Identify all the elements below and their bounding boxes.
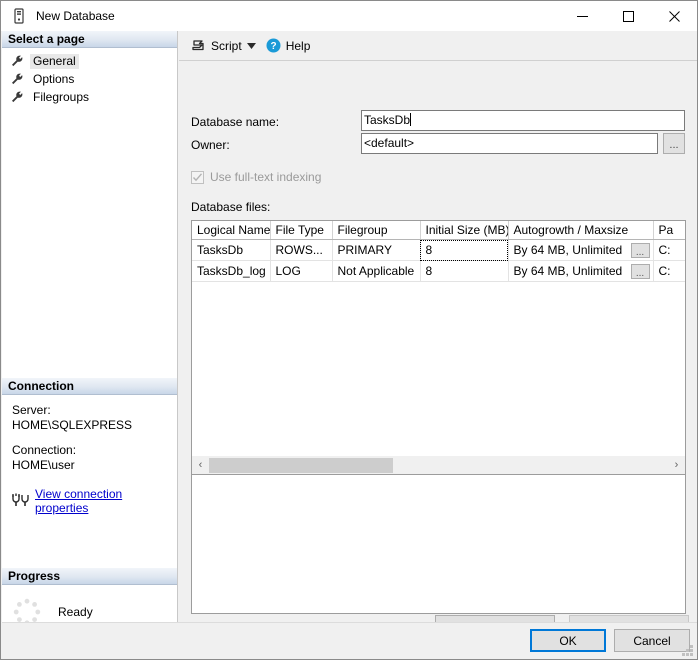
grid-header-row: Logical Name File Type Filegroup Initial… (192, 221, 685, 240)
sidebar-item-label: Options (33, 71, 75, 86)
new-database-dialog: New Database Select a page General Optio… (0, 0, 698, 660)
window-title: New Database (36, 9, 115, 23)
connection-icon (12, 493, 30, 509)
close-button[interactable] (651, 1, 697, 31)
column-header-logical-name[interactable]: Logical Name (192, 221, 271, 240)
text-caret (410, 113, 412, 126)
table-row[interactable]: TasksDb ROWS... PRIMARY 8 By 64 MB, Unli… (192, 239, 685, 261)
owner-value: <default> (364, 136, 415, 150)
connection-label: Connection: (12, 443, 77, 457)
column-header-initial-size[interactable]: Initial Size (MB) (420, 221, 509, 240)
database-name-label: Database name: (191, 115, 280, 129)
sidebar-item-filegroups[interactable]: Filegroups (2, 88, 177, 106)
autogrowth-browse-button[interactable]: ... (630, 242, 650, 258)
fulltext-indexing-checkbox[interactable] (191, 170, 204, 184)
general-page-form: Database name: TasksDb Owner: <default> … (179, 62, 697, 659)
owner-row: Owner: (191, 138, 230, 152)
fulltext-indexing-label: Use full-text indexing (210, 170, 322, 184)
ok-button[interactable]: OK (530, 629, 606, 652)
cell-initial-size[interactable]: 8 (420, 239, 509, 261)
wrench-icon (10, 72, 26, 86)
database-name-input[interactable]: TasksDb (361, 110, 685, 131)
sidebar-item-general[interactable]: General (2, 52, 177, 70)
scrollbar-track[interactable] (209, 456, 668, 474)
cell-initial-size[interactable]: 8 (420, 260, 509, 282)
help-circle-icon: ? (266, 38, 281, 53)
connection-header: Connection (2, 378, 177, 395)
database-server-icon (11, 8, 27, 24)
left-pane: Select a page General Options Filegroups… (2, 31, 178, 659)
minimize-button[interactable] (559, 1, 605, 31)
maximize-button[interactable] (605, 1, 651, 31)
column-header-file-type[interactable]: File Type (270, 221, 333, 240)
server-value: HOME\SQLEXPRESS (12, 418, 133, 432)
database-files-grid[interactable]: Logical Name File Type Filegroup Initial… (191, 220, 686, 614)
cell-filegroup[interactable]: Not Applicable (332, 260, 421, 282)
scrollbar-thumb[interactable] (209, 457, 393, 473)
cell-filegroup[interactable]: PRIMARY (332, 239, 421, 261)
select-page-header: Select a page (2, 31, 177, 48)
page-list: General Options Filegroups (2, 48, 177, 106)
progress-header: Progress (2, 568, 177, 585)
cell-logical-name[interactable]: TasksDb (192, 239, 271, 261)
cell-path[interactable]: C: (653, 260, 685, 282)
window-controls (559, 1, 697, 31)
script-label: Script (211, 38, 242, 53)
cell-autogrowth-text: By 64 MB, Unlimited (513, 264, 623, 278)
script-icon (190, 38, 206, 54)
column-header-autogrowth[interactable]: Autogrowth / Maxsize (508, 221, 654, 240)
right-pane: Script ? Help Database name: TasksDb Own… (179, 31, 697, 659)
grid-horizontal-scrollbar[interactable]: ‹ › (191, 456, 686, 475)
sidebar-item-options[interactable]: Options (2, 70, 177, 88)
toolbar: Script ? Help (179, 31, 697, 61)
connection-section: Connection Server: HOME\SQLEXPRESS Conne… (2, 378, 177, 515)
scroll-right-arrow[interactable]: › (668, 457, 685, 474)
owner-browse-button[interactable]: ... (663, 133, 685, 154)
owner-input[interactable]: <default> (361, 133, 658, 154)
script-button[interactable]: Script (187, 35, 245, 57)
scroll-left-arrow[interactable]: ‹ (192, 457, 209, 474)
table-row[interactable]: TasksDb_log LOG Not Applicable 8 By 64 M… (192, 260, 685, 282)
cell-autogrowth-text: By 64 MB, Unlimited (513, 243, 623, 257)
sidebar-item-label: General (30, 53, 79, 69)
sidebar-item-label: Filegroups (33, 89, 90, 104)
title-bar: New Database (1, 1, 697, 31)
server-label: Server: (12, 403, 51, 417)
cell-autogrowth[interactable]: By 64 MB, Unlimited ... (508, 260, 654, 282)
cell-autogrowth[interactable]: By 64 MB, Unlimited ... (508, 239, 654, 261)
database-name-value: TasksDb (364, 113, 411, 127)
help-label: Help (285, 38, 311, 53)
cancel-button[interactable]: Cancel (614, 629, 690, 652)
cell-path[interactable]: C: (653, 239, 685, 261)
progress-status: Ready (58, 605, 93, 619)
database-name-row: Database name: (191, 115, 279, 129)
wrench-icon (10, 54, 26, 68)
cell-file-type[interactable]: LOG (270, 260, 333, 282)
wrench-icon (10, 90, 26, 104)
autogrowth-browse-button[interactable]: ... (630, 263, 650, 279)
owner-label: Owner: (191, 138, 230, 152)
cell-file-type[interactable]: ROWS... (270, 239, 333, 261)
chevron-down-icon[interactable] (245, 38, 259, 54)
database-files-label: Database files: (191, 200, 271, 214)
column-header-path[interactable]: Pa (653, 221, 685, 240)
column-header-filegroup[interactable]: Filegroup (332, 221, 421, 240)
connection-value: HOME\user (12, 458, 75, 472)
svg-text:?: ? (270, 41, 276, 52)
progress-section: Progress Ready (2, 568, 177, 627)
cell-logical-name[interactable]: TasksDb_log (192, 260, 271, 282)
help-button[interactable]: ? Help (263, 35, 314, 57)
view-connection-properties-link[interactable]: View connection properties (35, 487, 177, 515)
fulltext-indexing-checkbox-row[interactable]: Use full-text indexing (191, 170, 321, 184)
resize-grip[interactable] (681, 644, 693, 656)
